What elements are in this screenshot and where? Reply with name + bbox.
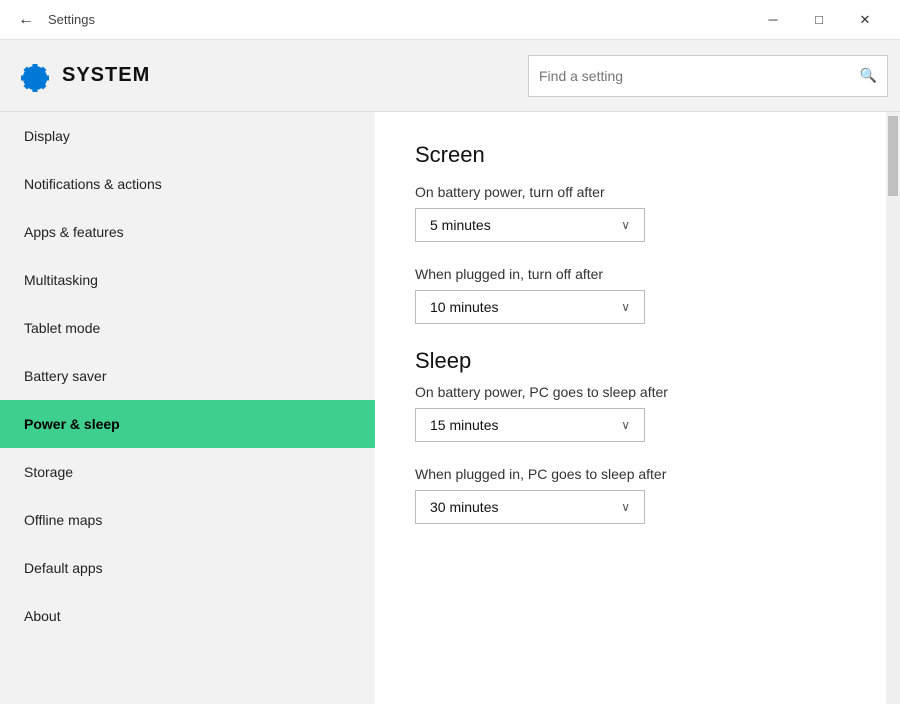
sidebar-item-storage[interactable]: Storage <box>0 448 375 496</box>
sidebar-item-power-sleep[interactable]: Power & sleep <box>0 400 375 448</box>
gear-icon <box>12 56 52 96</box>
setting-label-battery-sleep: On battery power, PC goes to sleep after <box>415 384 846 400</box>
back-button[interactable]: ← <box>12 6 40 34</box>
dropdown-value-plugged-sleep: 30 minutes <box>430 499 498 515</box>
dropdown-battery-sleep[interactable]: 15 minutes ∨ <box>415 408 645 442</box>
setting-label-plugged-screen-off: When plugged in, turn off after <box>415 266 846 282</box>
title-bar: ← Settings ─ □ ✕ <box>0 0 900 40</box>
dropdown-plugged-screen-off[interactable]: 10 minutes ∨ <box>415 290 645 324</box>
chevron-down-icon: ∨ <box>621 300 630 314</box>
sidebar-item-multitasking[interactable]: Multitasking <box>0 256 375 304</box>
system-label: SYSTEM <box>62 64 150 87</box>
chevron-down-icon: ∨ <box>621 418 630 432</box>
section-heading-sleep: Sleep <box>415 348 846 374</box>
sidebar-item-display[interactable]: Display <box>0 112 375 160</box>
minimize-button[interactable]: ─ <box>750 0 796 40</box>
content-area: Screen On battery power, turn off after 5 … <box>375 112 886 704</box>
dropdown-value-battery-sleep: 15 minutes <box>430 417 498 433</box>
sidebar-item-battery-saver[interactable]: Battery saver <box>0 352 375 400</box>
dropdown-plugged-sleep[interactable]: 30 minutes ∨ <box>415 490 645 524</box>
search-box[interactable]: 🔍 <box>528 55 888 97</box>
sidebar-item-notifications[interactable]: Notifications & actions <box>0 160 375 208</box>
sidebar-item-apps-features[interactable]: Apps & features <box>0 208 375 256</box>
chevron-down-icon: ∨ <box>621 500 630 514</box>
dropdown-value-plugged-screen-off: 10 minutes <box>430 299 498 315</box>
sidebar: DisplayNotifications & actionsApps & fea… <box>0 112 375 704</box>
sidebar-item-default-apps[interactable]: Default apps <box>0 544 375 592</box>
sidebar-item-offline-maps[interactable]: Offline maps <box>0 496 375 544</box>
window-title: Settings <box>48 12 95 27</box>
maximize-button[interactable]: □ <box>796 0 842 40</box>
system-icon-wrap: SYSTEM <box>12 56 150 96</box>
section-heading-screen: Screen <box>415 142 846 168</box>
dropdown-battery-screen-off[interactable]: 5 minutes ∨ <box>415 208 645 242</box>
scrollbar-thumb[interactable] <box>888 116 898 196</box>
dropdown-value-battery-screen-off: 5 minutes <box>430 217 491 233</box>
window-controls: ─ □ ✕ <box>750 0 888 40</box>
close-button[interactable]: ✕ <box>842 0 888 40</box>
scrollbar-track[interactable] <box>886 112 900 704</box>
chevron-down-icon: ∨ <box>621 218 630 232</box>
main-layout: DisplayNotifications & actionsApps & fea… <box>0 112 900 704</box>
header: SYSTEM 🔍 <box>0 40 900 112</box>
setting-label-battery-screen-off: On battery power, turn off after <box>415 184 846 200</box>
sidebar-item-tablet-mode[interactable]: Tablet mode <box>0 304 375 352</box>
search-input[interactable] <box>539 68 860 84</box>
sidebar-item-about[interactable]: About <box>0 592 375 640</box>
setting-label-plugged-sleep: When plugged in, PC goes to sleep after <box>415 466 846 482</box>
search-icon: 🔍 <box>860 67 877 84</box>
